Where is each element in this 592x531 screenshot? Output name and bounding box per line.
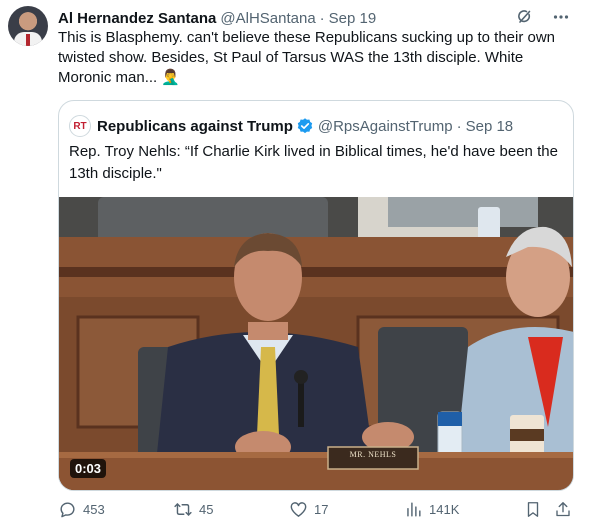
quoted-avatar[interactable]: RT bbox=[69, 115, 91, 137]
tweet[interactable]: Al Hernandez Santana @AlHSantana · Sep 1… bbox=[0, 0, 592, 531]
like-button[interactable]: 17 bbox=[289, 500, 328, 519]
quoted-avatar-text: RT bbox=[73, 120, 87, 132]
author-name[interactable]: Al Hernandez Santana bbox=[58, 10, 216, 27]
tweet-header: Al Hernandez Santana @AlHSantana · Sep 1… bbox=[58, 8, 584, 28]
share-button[interactable] bbox=[554, 500, 572, 519]
quoted-handle[interactable]: @RpsAgainstTrump bbox=[318, 118, 453, 135]
separator-dot: · bbox=[319, 9, 325, 27]
reply-icon bbox=[58, 500, 77, 519]
retweet-count: 45 bbox=[199, 502, 214, 517]
retweet-button[interactable]: 45 bbox=[173, 500, 213, 519]
quoted-header: RT Republicans against Trump @RpsAgainst… bbox=[69, 115, 513, 137]
grok-icon[interactable] bbox=[516, 8, 534, 26]
tweet-date[interactable]: Sep 19 bbox=[329, 10, 377, 27]
reply-count: 453 bbox=[83, 502, 105, 517]
bookmark-icon bbox=[524, 500, 542, 519]
author-handle[interactable]: @AlHSantana bbox=[220, 10, 315, 27]
author-avatar[interactable] bbox=[8, 6, 48, 46]
video-frame bbox=[59, 197, 573, 490]
quoted-date[interactable]: Sep 18 bbox=[466, 118, 514, 135]
views-icon bbox=[404, 500, 423, 519]
tweet-text: This is Blasphemy. can't believe these R… bbox=[58, 29, 556, 86]
views-count: 141K bbox=[429, 502, 460, 517]
reply-button[interactable]: 453 bbox=[58, 500, 105, 519]
action-bar: 453 45 17 141K bbox=[58, 498, 578, 524]
share-icon bbox=[554, 500, 572, 519]
quoted-separator-dot: · bbox=[456, 117, 462, 135]
nameplate: MR. NEHLS bbox=[349, 450, 397, 459]
verified-badge-icon bbox=[296, 117, 314, 135]
video-player[interactable]: MR. NEHLS 0:03 bbox=[59, 197, 573, 490]
avatar-tie bbox=[26, 34, 30, 46]
more-icon[interactable] bbox=[552, 8, 570, 26]
views-button[interactable]: 141K bbox=[404, 500, 459, 519]
video-timestamp: 0:03 bbox=[70, 459, 107, 478]
like-count: 17 bbox=[314, 502, 329, 517]
header-icons bbox=[516, 8, 570, 26]
bookmark-button[interactable] bbox=[524, 500, 542, 519]
like-icon bbox=[289, 500, 308, 519]
quoted-author-name[interactable]: Republicans against Trump bbox=[97, 118, 293, 135]
quoted-text: Rep. Troy Nehls: “If Charlie Kirk lived … bbox=[69, 143, 558, 182]
quoted-tweet[interactable]: RT Republicans against Trump @RpsAgainst… bbox=[58, 100, 574, 491]
retweet-icon bbox=[173, 500, 193, 519]
